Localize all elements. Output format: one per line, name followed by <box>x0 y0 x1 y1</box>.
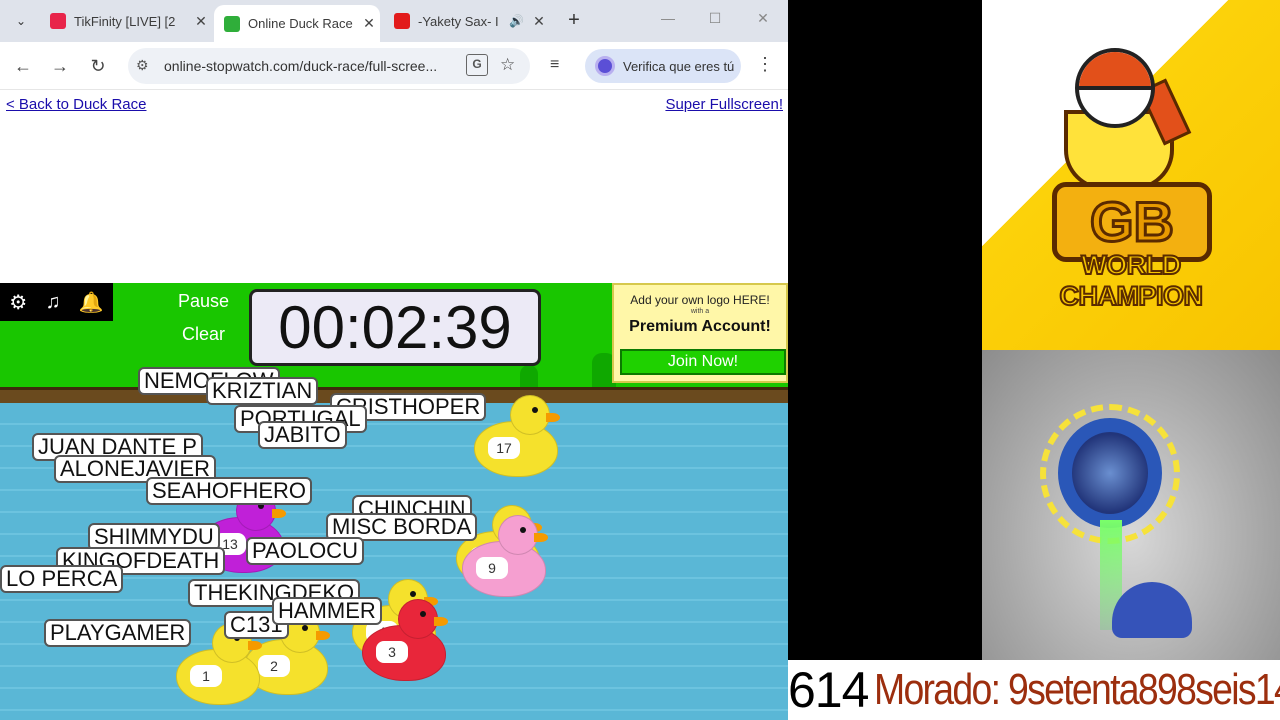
tab-tikfinity[interactable]: TikFinity [LIVE] [2 ✕ <box>40 6 212 36</box>
duck-race-game[interactable]: ⚙ ♫ 🔔 Pause Clear 00:02:39 Add your own … <box>0 283 788 720</box>
back-button[interactable]: ← <box>9 52 37 80</box>
speaker-icon[interactable]: 🔊 <box>509 14 524 28</box>
clear-button[interactable]: Clear <box>182 324 225 345</box>
racer-name-tag: PLAYGAMER <box>44 619 192 647</box>
close-window-button[interactable]: ✕ <box>751 10 775 32</box>
mech-artwork-panel <box>982 350 1280 660</box>
duck-number: 17 <box>488 437 520 459</box>
chevron-down-icon: ⌄ <box>15 14 27 28</box>
music-icon[interactable]: ♫ <box>46 291 61 314</box>
tab-bar: ⌄ TikFinity [LIVE] [2 ✕ Online Duck Race… <box>0 0 788 42</box>
duck-number: 9 <box>476 557 508 579</box>
bottom-ticker: 614 Morado: 9setenta898seis14 <box>788 660 1280 720</box>
world-champion-panel: GB WORLD CHAMPION <box>982 0 1280 350</box>
racer-name-tag: HAMMER <box>272 597 382 625</box>
address-bar[interactable]: ⚙ online-stopwatch.com/duck-race/full-sc… <box>128 48 530 84</box>
tab-yakety-sax[interactable]: -Yakety Sax- I 🔊 ✕ <box>384 6 550 36</box>
duck-number: 2 <box>258 655 290 677</box>
forward-button[interactable]: → <box>46 52 74 80</box>
racer-name-tag: LO PERCA <box>0 565 124 593</box>
mascot-head <box>1075 48 1155 128</box>
new-tab-button[interactable]: + <box>562 8 586 34</box>
browser-toolbar: ← → ↻ ⚙ online-stopwatch.com/duck-race/f… <box>0 42 788 90</box>
tikfinity-favicon-icon <box>50 13 66 29</box>
page-content: < Back to Duck Race Super Fullscreen! ⚙ … <box>0 91 788 720</box>
racer-name-tag: JABITO <box>258 421 347 449</box>
premium-promo: Add your own logo HERE! with a Premium A… <box>612 283 788 383</box>
racer-name-tag: KRIZTIAN <box>206 377 319 405</box>
reload-icon: ↻ <box>90 55 106 76</box>
youtube-favicon-icon <box>394 13 410 29</box>
promo-line2: with a <box>690 308 710 315</box>
site-info-icon[interactable]: ⚙ <box>136 57 149 74</box>
promo-line3: Premium Account! <box>629 318 771 335</box>
black-background <box>788 0 982 660</box>
back-to-duck-race-link[interactable]: < Back to Duck Race <box>6 96 146 113</box>
tab-duck-race[interactable]: Online Duck Race ✕ <box>214 5 380 42</box>
close-icon[interactable]: ✕ <box>190 13 212 30</box>
url-text[interactable]: online-stopwatch.com/duck-race/full-scre… <box>164 58 464 74</box>
champion-banner: WORLD CHAMPION <box>1059 249 1205 312</box>
pause-button[interactable]: Pause <box>178 291 229 312</box>
arrow-left-icon: ← <box>14 55 32 76</box>
reload-button[interactable]: ↻ <box>84 52 112 80</box>
arrow-right-icon: → <box>51 55 69 76</box>
racer-name-tag: PAOLOCU <box>246 537 364 565</box>
plus-icon: + <box>568 9 580 31</box>
profile-label: Verifica que eres tú <box>623 58 735 74</box>
menu-kebab-icon[interactable]: ⋮ <box>756 54 774 75</box>
avatar <box>595 56 615 76</box>
tab-title: -Yakety Sax- I <box>418 13 499 29</box>
tab-title: Online Duck Race <box>248 16 353 31</box>
tab-search-button[interactable]: ⌄ <box>8 8 34 34</box>
game-settings-bar: ⚙ ♫ 🔔 <box>0 283 113 321</box>
close-icon[interactable]: ✕ <box>358 15 380 32</box>
mech-crab <box>1112 582 1192 638</box>
close-icon[interactable]: ✕ <box>528 13 550 30</box>
media-controls-icon[interactable]: ≡ <box>550 56 559 74</box>
bell-icon[interactable]: 🔔 <box>79 290 104 315</box>
bookmark-star-icon[interactable]: ☆ <box>500 55 515 75</box>
gear-icon[interactable]: ⚙ <box>9 290 27 315</box>
mech-core-ring <box>1058 418 1162 528</box>
super-fullscreen-link[interactable]: Super Fullscreen! <box>665 96 783 113</box>
tab-title: TikFinity [LIVE] [2 <box>74 13 176 29</box>
duck-number: 1 <box>190 665 222 687</box>
profile-button[interactable]: Verifica que eres tú <box>585 49 741 83</box>
minimize-button[interactable]: — <box>656 10 680 32</box>
maximize-button[interactable]: ☐ <box>703 10 727 32</box>
ticker-message: Morado: 9setenta898seis14 <box>874 665 1280 714</box>
translate-icon[interactable]: G <box>466 54 488 76</box>
duck-number: 3 <box>376 641 408 663</box>
race-timer: 00:02:39 <box>249 289 541 366</box>
join-now-button[interactable]: Join Now! <box>620 349 786 375</box>
racer-name-tag: SEAHOFHERO <box>146 477 313 505</box>
promo-line1: Add your own logo HERE! <box>630 293 770 307</box>
ticker-number: 614 <box>788 662 869 718</box>
browser-window: ⌄ TikFinity [LIVE] [2 ✕ Online Duck Race… <box>0 0 788 720</box>
stopwatch-favicon-icon <box>224 15 240 32</box>
